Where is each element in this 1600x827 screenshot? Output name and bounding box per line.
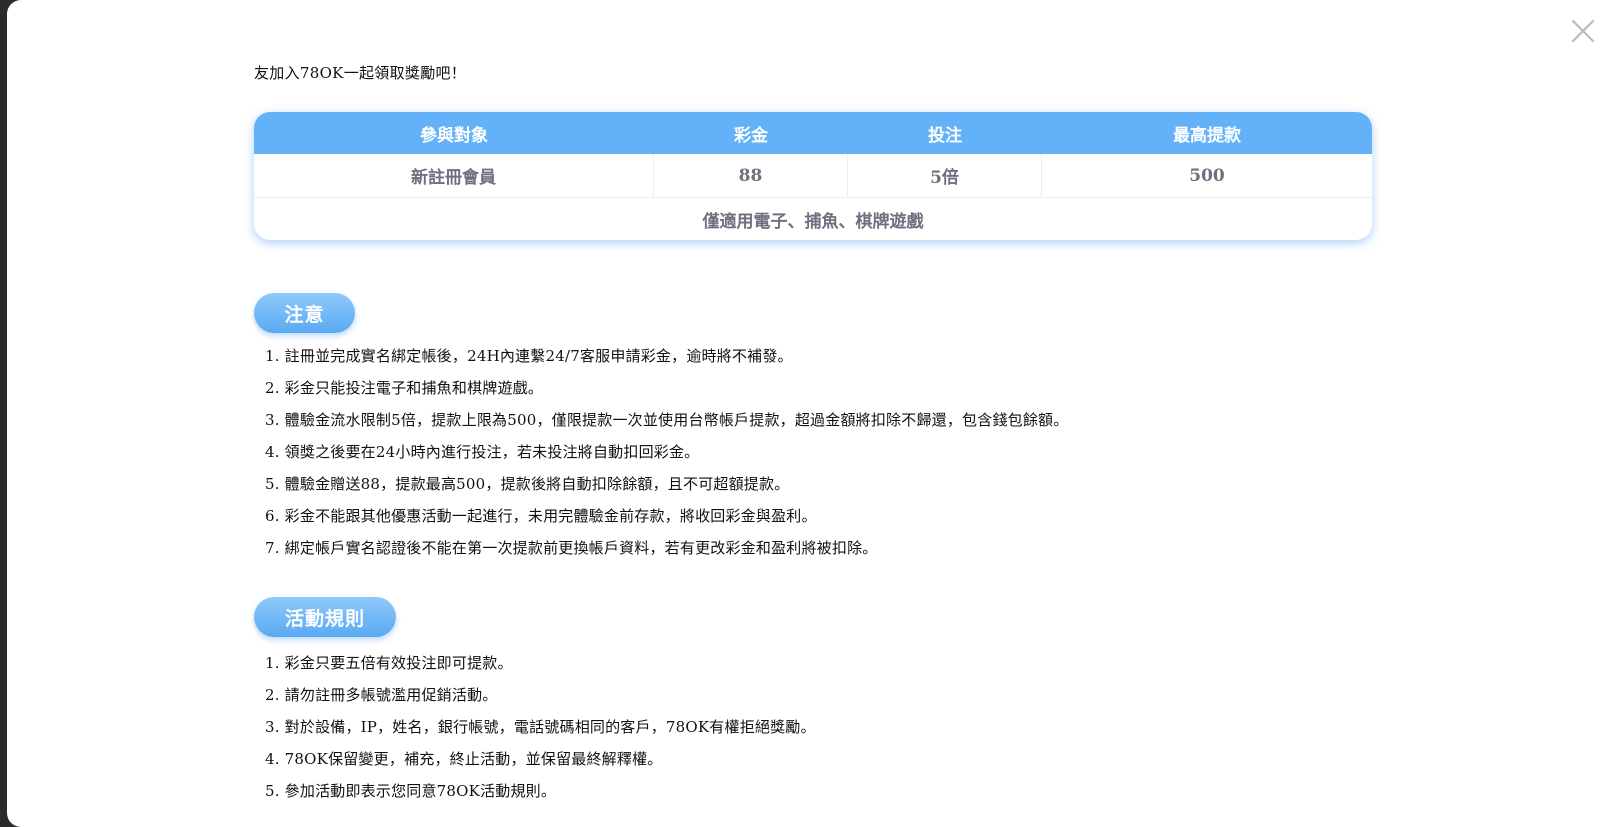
- cell-bonus: 88: [654, 154, 848, 197]
- intro-text: 友加入78OK一起領取獎勵吧！: [254, 64, 467, 82]
- list-item: 1. 彩金只要五倍有效投注即可提款。: [265, 654, 513, 672]
- notice-list: 1. 註冊並完成實名綁定帳後，24H內連繫24/7客服申請彩金，逾時將不補發。 …: [265, 340, 1068, 564]
- promotion-modal: 友加入78OK一起領取獎勵吧！ 參與對象 彩金 投注 最高提款 新註冊會員 88…: [7, 0, 1600, 827]
- header-participant: 參與對象: [420, 125, 488, 146]
- list-item: 1. 註冊並完成實名綁定帳後，24H內連繫24/7客服申請彩金，逾時將不補發。: [265, 347, 793, 365]
- list-item: 7. 綁定帳戶實名認證後不能在第一次提款前更換帳戶資料，若有更改彩金和盈利將被扣…: [265, 539, 878, 557]
- list-item: 3. 對於設備，IP，姓名，銀行帳號，電話號碼相同的客戶，78OK有權拒絕獎勵。: [265, 718, 816, 736]
- close-icon[interactable]: [1571, 19, 1595, 43]
- cell-wager: 5倍: [848, 154, 1042, 197]
- bonus-table-footer: 僅適用電子、捕魚、棋牌遊戲: [702, 212, 924, 232]
- notice-heading: 注意: [254, 293, 355, 333]
- table-row: 新註冊會員 88 5倍 500: [254, 154, 1372, 198]
- rules-heading: 活動規則: [254, 597, 396, 637]
- header-bonus: 彩金: [734, 125, 768, 146]
- bonus-table-header: 參與對象 彩金 投注 最高提款: [254, 112, 1372, 154]
- bonus-table: 參與對象 彩金 投注 最高提款 新註冊會員 88 5倍 500 僅適用電子、捕魚…: [254, 112, 1372, 240]
- list-item: 5. 體驗金贈送88，提款最高500，提款後將自動扣除餘額，且不可超額提款。: [265, 475, 790, 493]
- list-item: 4. 領獎之後要在24小時內進行投注，若未投注將自動扣回彩金。: [265, 443, 700, 461]
- list-item: 4. 78OK保留變更，補充，終止活動，並保留最終解釋權。: [265, 750, 663, 768]
- header-wager: 投注: [928, 125, 962, 146]
- cell-participant: 新註冊會員: [254, 154, 654, 197]
- list-item: 5. 參加活動即表示您同意78OK活動規則。: [265, 782, 557, 800]
- list-item: 6. 彩金不能跟其他優惠活動一起進行，未用完體驗金前存款，將收回彩金與盈利。: [265, 507, 817, 525]
- list-item: 3. 體驗金流水限制5倍，提款上限為500，僅限提款一次並使用台幣帳戶提款，超過…: [265, 411, 1069, 429]
- list-item: 2. 彩金只能投注電子和捕魚和棋牌遊戲。: [265, 379, 544, 397]
- rules-list: 1. 彩金只要五倍有效投注即可提款。 2. 請勿註冊多帳號濫用促銷活動。 3. …: [265, 647, 816, 807]
- cell-max-withdrawal: 500: [1189, 165, 1225, 186]
- header-max-withdrawal: 最高提款: [1173, 125, 1241, 146]
- list-item: 2. 請勿註冊多帳號濫用促銷活動。: [265, 686, 498, 704]
